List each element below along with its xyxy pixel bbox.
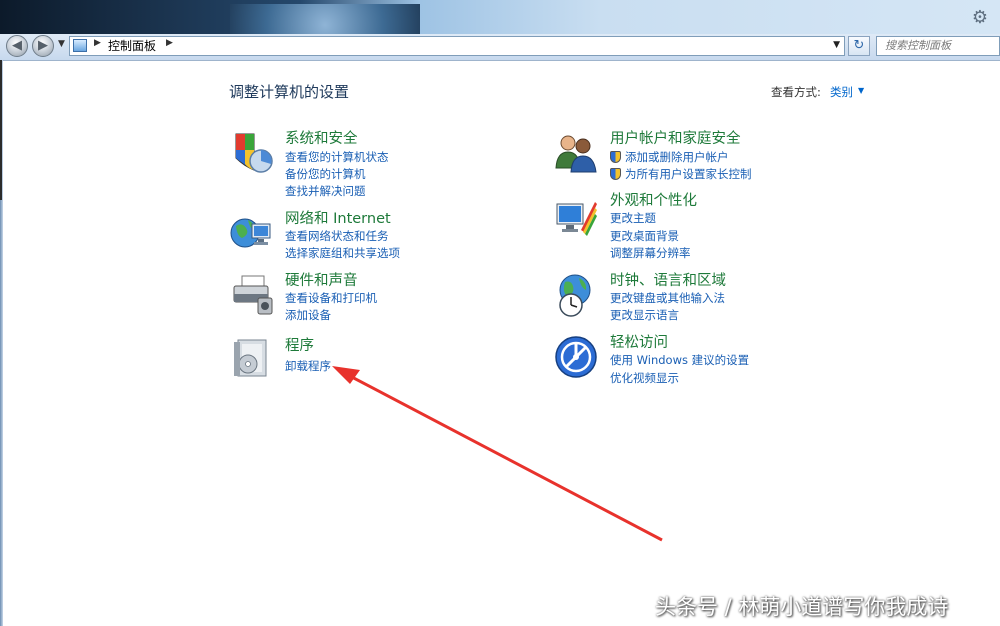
watermark-text: 头条号 / 林萌小道谱写你我成诗	[655, 595, 949, 619]
annotation-arrow	[332, 366, 663, 542]
